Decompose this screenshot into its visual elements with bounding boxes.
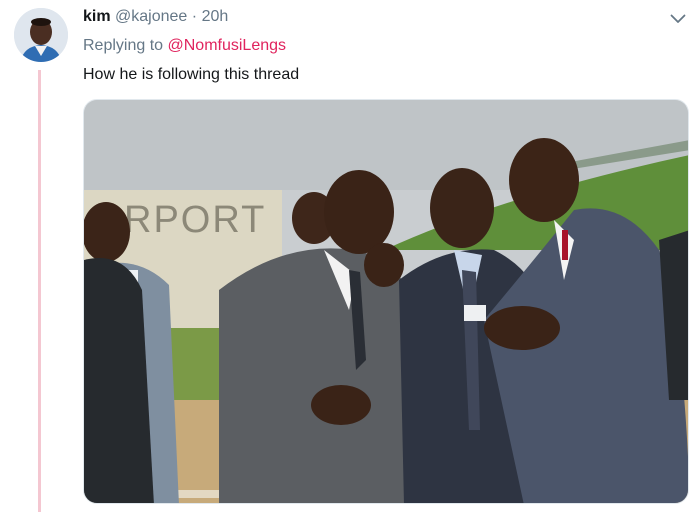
tweet-text: How he is following this thread (83, 66, 300, 83)
chevron-down-icon (670, 11, 686, 29)
reply-context: Replying to @NomfusiLengs (83, 37, 286, 55)
tweet-header: kim @kajonee · 20h (83, 8, 228, 30)
tweet-menu-button[interactable] (664, 8, 692, 32)
airport-sign-text: RPORT (124, 199, 266, 241)
avatar[interactable] (14, 8, 68, 62)
reply-to-mention-link[interactable]: @NomfusiLengs (168, 37, 287, 54)
tweet-photo[interactable]: RPORT (83, 99, 689, 504)
timestamp[interactable]: 20h (202, 8, 229, 25)
user-handle[interactable]: @kajonee (115, 8, 187, 25)
display-name[interactable]: kim (83, 8, 111, 25)
tweet: kim @kajonee · 20h Replying to @NomfusiL… (0, 0, 700, 512)
thread-line (38, 70, 41, 512)
replying-to-label: Replying to (83, 37, 164, 54)
separator-dot: · (191, 8, 198, 25)
